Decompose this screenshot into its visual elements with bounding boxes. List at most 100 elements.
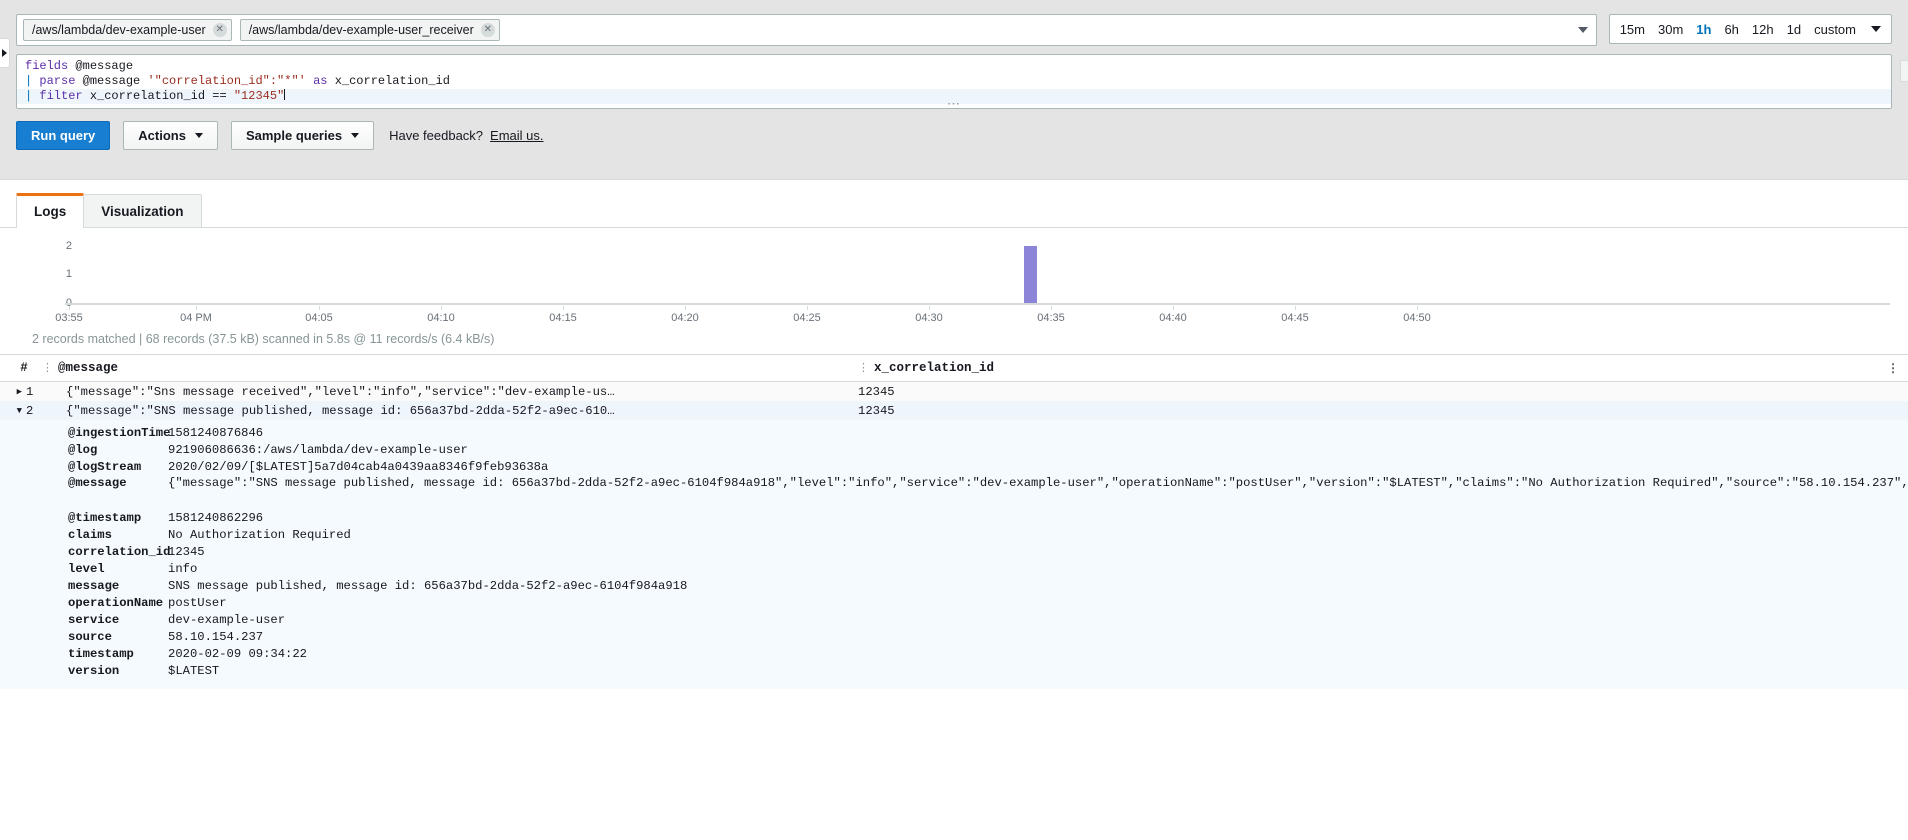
detail-field-value: $LATEST <box>168 663 220 678</box>
query-toolbar: Run query Actions Sample queries Have fe… <box>0 109 1908 150</box>
detail-field-value: SNS message published, message id: 656a3… <box>168 578 688 593</box>
column-drag-icon[interactable]: ⋮ <box>858 361 869 375</box>
actions-label: Actions <box>138 128 186 143</box>
chevron-down-icon <box>194 133 203 138</box>
query-keyword: parse <box>39 74 76 88</box>
column-header-message-label: @message <box>58 361 119 375</box>
detail-field: @message {"message":"SNS message publish… <box>0 475 1908 509</box>
x-axis-tick: 04:45 <box>1281 312 1309 324</box>
detail-field-value: 921906086636:/aws/lambda/dev-example-use… <box>168 442 468 457</box>
detail-field-key: @logStream <box>68 459 142 474</box>
log-group-token[interactable]: /aws/lambda/dev-example-user ✕ <box>23 19 232 41</box>
column-settings-icon[interactable]: ⋮ <box>1887 361 1899 376</box>
query-editor[interactable]: fields @message | parse @message '"corre… <box>16 54 1892 109</box>
actions-button[interactable]: Actions <box>123 121 218 150</box>
table-row[interactable]: ▼ 2 {"message":"SNS message published, m… <box>0 401 1908 420</box>
table-row[interactable]: ▶ 1 {"message":"Sns message received","l… <box>0 382 1908 401</box>
column-header-message[interactable]: ⋮ @message <box>42 361 858 375</box>
x-axis-tick: 04:25 <box>793 312 821 324</box>
x-axis-tick: 04:15 <box>549 312 577 324</box>
close-circle-icon[interactable]: ✕ <box>480 23 495 37</box>
chevron-down-icon[interactable] <box>1871 26 1881 32</box>
x-axis-tick-mark <box>929 306 930 310</box>
detail-field: service dev-example-user <box>0 611 1908 628</box>
log-group-selector[interactable]: /aws/lambda/dev-example-user ✕ /aws/lamb… <box>16 14 1597 46</box>
query-value: "12345" <box>233 89 285 103</box>
row-detail-panel: @ingestionTime 1581240876846 @log 921906… <box>0 420 1908 689</box>
tab-logs[interactable]: Logs <box>16 193 85 228</box>
x-axis-tick: 04:40 <box>1159 312 1187 324</box>
close-circle-icon[interactable]: ✕ <box>212 23 227 37</box>
histogram-bar[interactable] <box>1024 246 1037 303</box>
time-range-1h[interactable]: 1h <box>1696 22 1711 37</box>
x-axis-tick: 04:30 <box>915 312 943 324</box>
detail-field-value: dev-example-user <box>168 612 286 627</box>
log-group-token[interactable]: /aws/lambda/dev-example-user_receiver ✕ <box>239 19 500 41</box>
detail-field: timestamp 2020-02-09 09:34:22 <box>0 645 1908 662</box>
run-query-button[interactable]: Run query <box>16 121 111 150</box>
results-table: # ⋮ @message ⋮ x_correlation_id ⋮ ▶ 1 {"… <box>0 354 1908 689</box>
detail-field-key: version <box>68 663 120 678</box>
sample-queries-label: Sample queries <box>245 128 343 143</box>
detail-field: correlation_id 12345 <box>0 543 1908 560</box>
detail-field-key: @timestamp <box>68 510 142 525</box>
x-axis-line <box>65 303 1890 305</box>
x-axis-tick-mark <box>1173 306 1174 310</box>
y-axis-tick: 2 <box>65 240 72 252</box>
editor-resize-grip[interactable]: ⋯ <box>947 97 961 108</box>
x-axis-tick-mark <box>807 306 808 310</box>
log-group-label: /aws/lambda/dev-example-user_receiver <box>248 23 474 37</box>
x-axis-tick-mark <box>563 306 564 310</box>
feedback-email-link[interactable]: Email us. <box>490 128 543 143</box>
tab-visualization[interactable]: Visualization <box>83 194 202 227</box>
detail-field-key: @message <box>68 476 127 490</box>
detail-field-key: source <box>68 629 112 644</box>
time-range-custom[interactable]: custom <box>1814 22 1856 37</box>
detail-field: claims No Authorization Required <box>0 526 1908 543</box>
detail-field-value: postUser <box>168 595 227 610</box>
detail-field: source 58.10.154.237 <box>0 628 1908 645</box>
row-message: {"message":"Sns message received","level… <box>66 384 615 399</box>
row-index: 2 <box>26 403 34 418</box>
detail-field-value: No Authorization Required <box>168 527 351 542</box>
time-range-15m[interactable]: 15m <box>1620 22 1645 37</box>
detail-field-value: 1581240876846 <box>168 425 264 440</box>
column-header-correlation[interactable]: ⋮ x_correlation_id <box>858 361 1908 375</box>
detail-field: message SNS message published, message i… <box>0 577 1908 594</box>
detail-field-value: 2020/02/09/[$LATEST]5a7d04cab4a0439aa834… <box>168 459 549 474</box>
panel-collapse-handle[interactable] <box>0 38 10 68</box>
x-axis-tick: 04:20 <box>671 312 699 324</box>
chevron-down-icon[interactable] <box>1577 27 1588 33</box>
query-alias: x_correlation_id <box>334 74 450 88</box>
time-range-30m[interactable]: 30m <box>1658 22 1683 37</box>
time-range-6h[interactable]: 6h <box>1724 22 1738 37</box>
results-summary: 2 records matched | 68 records (37.5 kB)… <box>32 332 495 346</box>
detail-field-value: {"message":"SNS message published, messa… <box>168 476 1908 490</box>
query-pipe: | <box>25 89 33 103</box>
query-as-keyword: as <box>313 74 328 88</box>
detail-field-key: service <box>68 612 120 627</box>
chevron-right-icon <box>2 49 7 57</box>
row-index: 1 <box>26 384 34 399</box>
time-range-1d[interactable]: 1d <box>1787 22 1801 37</box>
detail-field-key: @log <box>68 442 98 457</box>
query-expression: x_correlation_id == <box>89 89 227 103</box>
y-axis-tick: 1 <box>65 268 72 280</box>
detail-field: @timestamp 1581240862296 <box>0 509 1908 526</box>
x-axis-tick-mark <box>69 306 70 310</box>
feedback-text: Have feedback? <box>389 128 484 143</box>
time-range-12h[interactable]: 12h <box>1752 22 1774 37</box>
x-axis-tick: 04:50 <box>1403 312 1431 324</box>
column-drag-icon[interactable]: ⋮ <box>42 361 53 375</box>
detail-field-key: claims <box>68 527 112 542</box>
scroll-edge-handle[interactable] <box>1900 60 1908 82</box>
x-axis-labels: 03:55 04 PM 04:05 04:10 04:15 04:20 04:2… <box>18 306 1890 326</box>
histogram-chart: 2 1 0 03:55 04 PM 04:05 04:10 04:15 04:2… <box>18 240 1890 328</box>
chevron-right-icon[interactable]: ▶ <box>0 387 26 397</box>
x-axis-tick-mark <box>1295 306 1296 310</box>
x-axis-tick: 04 PM <box>180 312 212 324</box>
detail-field-key: level <box>68 561 105 576</box>
sample-queries-button[interactable]: Sample queries <box>230 121 375 150</box>
detail-field-value: 2020-02-09 09:34:22 <box>168 646 307 661</box>
chevron-down-icon[interactable]: ▼ <box>0 406 26 416</box>
